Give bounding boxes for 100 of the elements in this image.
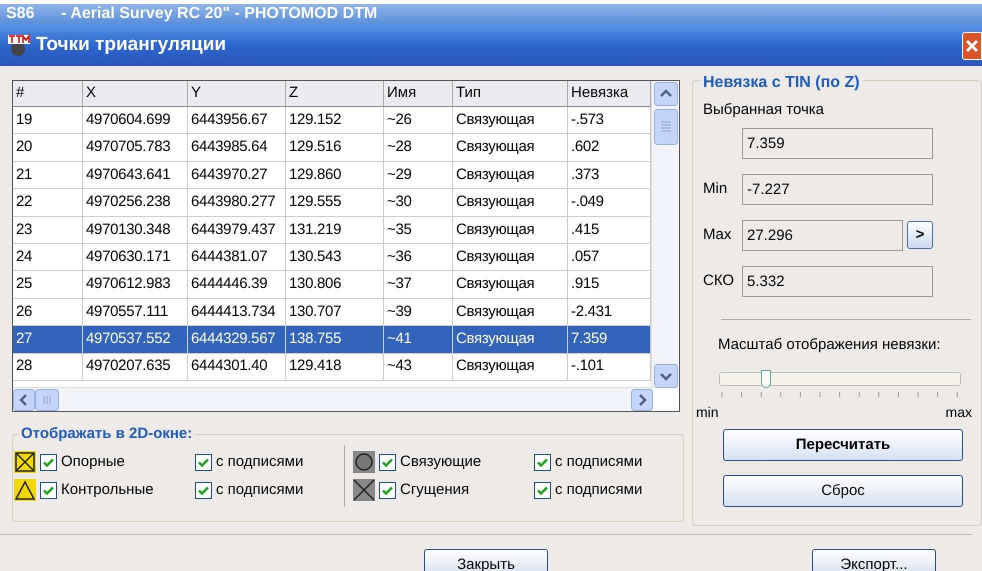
field-label: Max [703, 224, 732, 245]
scroll-right-button[interactable] [631, 388, 653, 410]
table-cell: 6443970.27 [188, 162, 286, 188]
column-header[interactable]: Z [286, 81, 384, 106]
table-cell: Связующая [453, 244, 568, 270]
table-cell: 4970612.983 [83, 271, 188, 298]
table-cell: 4970557.111 [83, 298, 188, 326]
table-cell: 6444301.40 [188, 354, 286, 380]
scroll-thumb[interactable] [35, 388, 59, 410]
field-label: Min [703, 178, 728, 199]
column-header[interactable]: Y [188, 81, 286, 106]
table-cell: 6443956.67 [188, 107, 286, 134]
checkbox[interactable] [534, 454, 551, 470]
table-cell: 21 [13, 162, 83, 188]
app-icon [6, 33, 32, 57]
table-cell: 4970130.348 [83, 216, 188, 243]
table-cell: ~39 [384, 298, 453, 326]
checkbox[interactable] [379, 454, 396, 470]
scroll-thumb[interactable] [654, 109, 678, 145]
table-cell: 130.543 [286, 244, 384, 270]
table-cell: 6444329.567 [188, 326, 286, 353]
table-cell: 129.555 [286, 189, 384, 216]
table-cell: ~29 [384, 162, 453, 188]
checkbox[interactable] [195, 482, 212, 498]
table-cell: 4970643.641 [83, 162, 188, 188]
reset-button[interactable]: Сброс [723, 475, 963, 507]
cross-marker-icon [353, 479, 375, 501]
slider-thumb[interactable] [760, 370, 771, 388]
table-cell: ~43 [384, 354, 453, 380]
scale-label: Масштаб отображения невязки: [718, 334, 942, 354]
table-cell: 4970537.552 [83, 326, 188, 353]
table-cell: 129.152 [286, 107, 384, 134]
slider-max-label: max [946, 403, 972, 422]
table-cell: 6444381.07 [188, 244, 286, 270]
recalculate-button[interactable]: Пересчитать [723, 429, 963, 461]
scroll-up-button[interactable] [654, 82, 678, 106]
table-cell: 130.806 [286, 271, 384, 298]
checkbox-label: с подписями [555, 452, 642, 472]
checkbox[interactable] [40, 454, 57, 470]
checkbox[interactable] [379, 482, 396, 498]
column-header[interactable]: Имя [384, 81, 453, 106]
value-field[interactable]: -7.227 [742, 174, 933, 204]
scroll-left-button[interactable] [13, 388, 35, 410]
checkbox-label: Опорные [61, 452, 125, 472]
value-field[interactable]: 5.332 [742, 266, 933, 296]
table-cell: 25 [13, 271, 83, 298]
table-cell: ~37 [384, 271, 453, 298]
scale-slider[interactable] [719, 372, 961, 386]
table-cell: ~28 [384, 134, 453, 161]
field-label: Выбранная точка [703, 100, 826, 120]
table-cell: 28 [13, 354, 83, 380]
window-title: Точки триангуляции [36, 32, 226, 57]
horizontal-scrollbar[interactable] [13, 387, 653, 411]
checkbox-label: Связующие [400, 452, 482, 472]
next-button[interactable]: > [907, 221, 933, 249]
checkbox-label: с подписями [555, 480, 642, 500]
column-header[interactable]: X [83, 81, 188, 106]
table-cell: Связующая [453, 107, 568, 134]
table-cell: Связующая [453, 298, 568, 326]
table-cell: 130.707 [286, 298, 384, 326]
column-header[interactable]: Тип [453, 81, 568, 106]
table-cell: Связующая [453, 134, 568, 161]
table-cell: 23 [13, 216, 83, 243]
table-cell: 6444413.734 [188, 298, 286, 326]
checkbox[interactable] [195, 454, 212, 470]
table-cell: 6444446.39 [188, 271, 286, 298]
table-cell: ~30 [384, 189, 453, 216]
table-cell: Связующая [453, 162, 568, 188]
table-cell: 4970604.699 [83, 107, 188, 134]
table-cell: 4970630.171 [83, 244, 188, 270]
table-cell: 4970256.238 [83, 189, 188, 216]
checkbox[interactable] [40, 482, 57, 498]
table-cell: 26 [13, 298, 83, 326]
table-cell: 6443985.64 [188, 134, 286, 161]
scroll-down-button[interactable] [654, 364, 678, 388]
table-cell: 138.755 [286, 326, 384, 353]
table-cell: 20 [13, 134, 83, 161]
checkbox-label: с подписями [216, 480, 304, 500]
close-button[interactable] [962, 32, 982, 60]
selected-point-field[interactable]: 7.359 [742, 128, 933, 158]
table-cell: 4970207.635 [83, 354, 188, 380]
checkbox[interactable] [534, 482, 551, 498]
table-cell: 129.418 [286, 354, 384, 380]
table-cell: 27 [13, 326, 83, 353]
checkbox-label: Сгущения [400, 480, 470, 500]
table-cell: ~41 [384, 326, 453, 353]
close-icon [965, 39, 979, 53]
table-cell: Связующая [453, 326, 568, 353]
table-cell: Связующая [453, 216, 568, 243]
table-cell: Связующая [453, 354, 568, 380]
table-cell: 129.516 [286, 134, 384, 161]
table-cell: Связующая [453, 189, 568, 216]
vertical-scrollbar[interactable] [651, 81, 679, 389]
circle-marker-icon [353, 451, 375, 473]
column-header[interactable]: # [13, 81, 83, 106]
table-cell: 24 [13, 244, 83, 270]
value-field[interactable]: 27.296 [742, 220, 903, 250]
square-marker-icon [14, 451, 36, 473]
slider-min-label: min [696, 403, 719, 422]
table-row-selected[interactable]: 27 4970537.552 6444329.567 138.755 ~41 Связующая 7.359 [13, 326, 653, 354]
